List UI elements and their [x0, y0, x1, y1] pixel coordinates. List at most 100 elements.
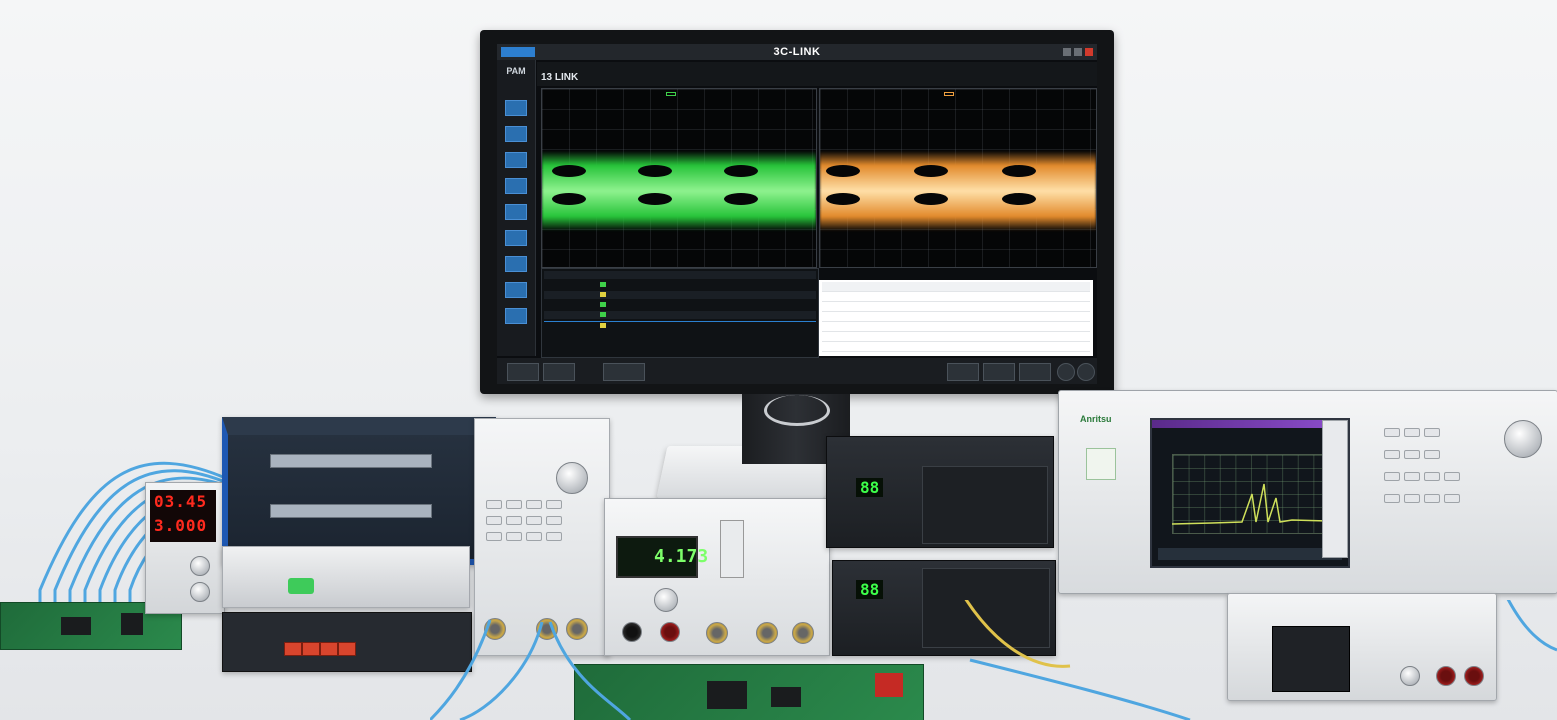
cable-strands [430, 600, 1557, 720]
keypad-button[interactable] [1424, 472, 1440, 481]
tool-icon[interactable] [505, 256, 527, 272]
app-title: 3C-LINK [773, 46, 821, 58]
ethernet-port [284, 642, 302, 656]
tool-icon[interactable] [505, 204, 527, 220]
keypad-button[interactable] [506, 500, 522, 509]
keypad-button[interactable] [526, 532, 542, 541]
settings-icon[interactable] [1057, 363, 1075, 381]
eye-opening [1002, 193, 1036, 205]
keypad-button[interactable] [1404, 494, 1420, 503]
keypad-button[interactable] [526, 500, 542, 509]
close-icon[interactable] [1085, 48, 1093, 56]
eye-opening [826, 165, 860, 177]
minimize-icon[interactable] [1063, 48, 1071, 56]
keypad-button[interactable] [1404, 450, 1420, 459]
ethernet-port [320, 642, 338, 656]
tool-icon[interactable] [505, 230, 527, 246]
maximize-icon[interactable] [1074, 48, 1082, 56]
keypad-button[interactable] [1404, 472, 1420, 481]
keypad-button[interactable] [526, 516, 542, 525]
ic-chip [61, 617, 91, 635]
psu-knob[interactable] [190, 582, 210, 602]
module-panel [922, 466, 1048, 544]
keypad-button[interactable] [546, 516, 562, 525]
voltage-readout: 03.45 [154, 492, 208, 511]
screen-header-bar [1152, 420, 1348, 428]
keypad-button[interactable] [1444, 472, 1460, 481]
lab-bench-scene: 3C-LINK PAM 13 LINK 03.45 3.000 4.173 88… [0, 0, 1557, 720]
keypad-button[interactable] [1384, 494, 1400, 503]
keypad-button[interactable] [1384, 472, 1400, 481]
toolbar-button[interactable] [947, 363, 979, 381]
results-table-right [819, 280, 1093, 356]
eye-diagram-right[interactable] [819, 88, 1097, 268]
keypad-button[interactable] [1384, 450, 1400, 459]
port-panel [270, 504, 432, 518]
table-row [544, 281, 816, 289]
tool-icon[interactable] [505, 178, 527, 194]
module-readout: 88 [856, 478, 884, 497]
analyzer-dial[interactable] [1504, 420, 1542, 458]
eye-opening [638, 193, 672, 205]
table-row [544, 291, 816, 299]
tool-icon[interactable] [505, 100, 527, 116]
keypad-button[interactable] [546, 500, 562, 509]
softkey-bar [1158, 548, 1342, 560]
spectrum-trace [1172, 483, 1328, 525]
keypad-button[interactable] [486, 532, 502, 541]
tool-icon[interactable] [505, 126, 527, 142]
keypad-button[interactable] [546, 532, 562, 541]
table-row [544, 271, 816, 279]
help-icon[interactable] [1077, 363, 1095, 381]
keypad-button[interactable] [486, 516, 502, 525]
toolbar-button[interactable] [1019, 363, 1051, 381]
softkey-column [1322, 420, 1348, 558]
counter-readout: 4.173 [654, 546, 709, 567]
analysis-title: 13 LINK [541, 72, 579, 83]
keypad-button[interactable] [1424, 494, 1440, 503]
config-button[interactable] [603, 363, 645, 381]
keypad-button[interactable] [1404, 428, 1420, 437]
psu-display: 03.45 3.000 [150, 490, 216, 542]
table-row [822, 312, 1090, 322]
keypad-button[interactable] [506, 516, 522, 525]
counter-display: 4.173 [616, 536, 708, 578]
channel-marker-icon [666, 92, 676, 96]
monitor-screen: 3C-LINK PAM 13 LINK [497, 44, 1097, 384]
eye-opening [724, 193, 758, 205]
status-bar [497, 358, 1097, 384]
eye-pattern-orange [820, 151, 1096, 231]
eye-opening [914, 193, 948, 205]
tool-icon[interactable] [505, 308, 527, 324]
keypad-button[interactable] [1424, 450, 1440, 459]
keypad-button[interactable] [1384, 428, 1400, 437]
table-row [544, 311, 816, 319]
toolbar-button[interactable] [983, 363, 1015, 381]
status-indicator-icon [600, 282, 606, 287]
toolbar-title: PAM [506, 66, 526, 76]
eye-opening [826, 193, 860, 205]
table-row [822, 302, 1090, 312]
status-indicator-icon [600, 323, 606, 328]
current-readout: 3.000 [154, 516, 208, 535]
status-indicator-icon [600, 302, 606, 307]
eye-opening [914, 165, 948, 177]
psu-knob[interactable] [190, 556, 210, 576]
tool-icon[interactable] [505, 152, 527, 168]
ic-chip [121, 613, 143, 635]
analyzer-brand: Anritsu [1080, 414, 1112, 424]
keypad-button[interactable] [506, 532, 522, 541]
stop-button[interactable] [543, 363, 575, 381]
main-dial[interactable] [556, 462, 588, 494]
table-row [822, 292, 1090, 302]
eye-opening [638, 165, 672, 177]
run-button[interactable] [507, 363, 539, 381]
eye-opening [1002, 165, 1036, 177]
keypad-button[interactable] [486, 500, 502, 509]
network-switch [222, 546, 470, 608]
keypad-button[interactable] [1424, 428, 1440, 437]
eye-diagram-left[interactable] [541, 88, 817, 268]
ethernet-port [338, 642, 356, 656]
tool-icon[interactable] [505, 282, 527, 298]
keypad-button[interactable] [1444, 494, 1460, 503]
